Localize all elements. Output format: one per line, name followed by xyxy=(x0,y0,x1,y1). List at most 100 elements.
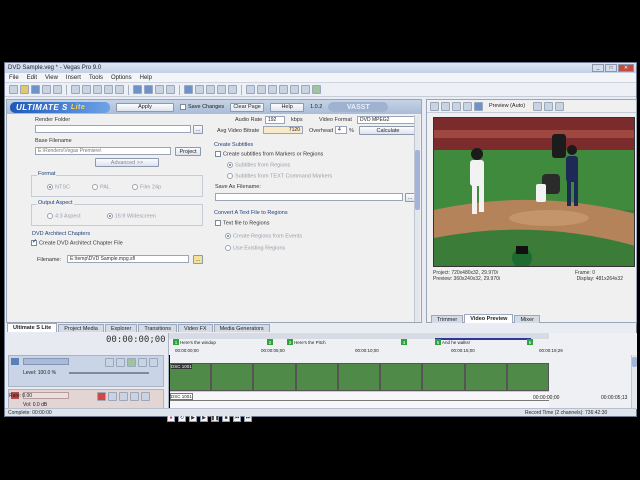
chapter-filename-field[interactable]: E:\temp\DVD Sample.mpg.sfl xyxy=(67,255,189,263)
menu-file[interactable]: File xyxy=(9,75,19,81)
open-icon[interactable] xyxy=(20,85,29,94)
browse-render-folder-icon[interactable]: … xyxy=(193,125,203,134)
compositing-mode-icon[interactable] xyxy=(127,358,136,367)
window-layout-2-icon[interactable] xyxy=(257,85,266,94)
audio-solo-icon[interactable] xyxy=(141,392,150,401)
plugin-scrollbar-thumb[interactable] xyxy=(415,150,420,210)
overlays-icon[interactable] xyxy=(533,101,543,111)
render-folder-field[interactable] xyxy=(35,125,191,133)
video-clip-thumb-3[interactable] xyxy=(253,363,296,391)
video-clip-thumb-8[interactable] xyxy=(464,363,507,391)
audio-track-header[interactable]: Vol: 0.0 dB xyxy=(8,389,164,409)
external-monitor-icon[interactable] xyxy=(441,101,450,111)
normal-edit-tool-icon[interactable] xyxy=(133,85,142,94)
timeline-vertical-scrollbar[interactable] xyxy=(631,355,637,409)
video-clip-thumb-5[interactable] xyxy=(337,363,381,391)
copy-snapshot-icon[interactable] xyxy=(544,101,554,111)
marker-5[interactable]: 5 xyxy=(435,339,441,345)
audio-clip[interactable]: DSC 1001 xyxy=(169,391,549,409)
video-mute-icon[interactable] xyxy=(138,358,147,367)
tab-ultimate-s-lite[interactable]: Ultimate S Lite xyxy=(7,323,58,332)
split-screen-icon[interactable] xyxy=(463,101,472,111)
save-changes-toggle[interactable]: Save Changes xyxy=(180,104,224,110)
window-layout-6-icon[interactable] xyxy=(301,85,310,94)
snapping-icon[interactable] xyxy=(184,85,193,94)
format-film-radio[interactable]: Film 24p xyxy=(131,184,161,190)
calculate-button[interactable]: Calculate xyxy=(359,126,417,135)
selection-tool-icon[interactable] xyxy=(155,85,164,94)
playhead-cursor[interactable] xyxy=(169,355,170,409)
tab-mixer[interactable]: Mixer xyxy=(514,315,540,323)
browse-chapter-file-icon[interactable]: … xyxy=(193,255,203,264)
track-motion-icon[interactable] xyxy=(105,358,114,367)
menu-help[interactable]: Help xyxy=(140,75,152,81)
video-clip-thumb-6[interactable] xyxy=(380,363,423,391)
aspect-16-9-radio[interactable]: 16:9 Widescreen xyxy=(106,213,156,219)
create-regions-events-radio[interactable]: Create Regions from Events xyxy=(225,233,302,239)
subtitles-regions-radio[interactable]: Subtitles from Regions xyxy=(227,162,290,168)
overhead-field[interactable]: 4 xyxy=(335,126,347,134)
menu-tools[interactable]: Tools xyxy=(89,75,103,81)
audio-rate-field[interactable]: 192 xyxy=(265,116,285,124)
minimize-icon[interactable]: _ xyxy=(592,64,604,72)
save-icon[interactable] xyxy=(31,85,40,94)
lock-envelopes-icon[interactable] xyxy=(217,85,226,94)
window-layout-1-icon[interactable] xyxy=(246,85,255,94)
menu-options[interactable]: Options xyxy=(111,75,132,81)
project-button[interactable]: Project xyxy=(175,147,201,156)
maximize-icon[interactable]: □ xyxy=(605,64,617,72)
menu-insert[interactable]: Insert xyxy=(66,75,81,81)
marker-2[interactable]: 2 xyxy=(267,339,273,345)
aspect-4-3-radio[interactable]: 4:3 Aspect xyxy=(47,213,81,219)
video-clip-thumb-1[interactable]: DSC 1001 xyxy=(169,363,212,391)
redo-icon[interactable] xyxy=(115,85,124,94)
video-clip-thumb-2[interactable] xyxy=(211,363,254,391)
tab-transitions[interactable]: Transitions xyxy=(138,324,178,332)
save-as-field[interactable] xyxy=(215,193,403,201)
format-ntsc-radio[interactable]: NTSC xyxy=(47,184,70,190)
marker-3[interactable]: 3 xyxy=(287,339,293,345)
tab-video-preview[interactable]: Video Preview xyxy=(464,314,514,323)
paste-icon[interactable] xyxy=(93,85,102,94)
ignore-grouping-icon[interactable] xyxy=(228,85,237,94)
create-subtitles-checkbox[interactable]: Create subtitles from Markers or Regions xyxy=(215,151,323,157)
audio-mute-icon[interactable] xyxy=(130,392,139,401)
help-button[interactable]: Help xyxy=(270,102,305,112)
tab-explorer[interactable]: Explorer xyxy=(104,324,138,332)
apply-button[interactable]: Apply xyxy=(116,102,174,112)
undo-icon[interactable] xyxy=(104,85,113,94)
tab-project-media[interactable]: Project Media xyxy=(58,324,104,332)
subtitles-text-radio[interactable]: Subtitles from TEXT Command Markers xyxy=(227,173,332,179)
video-track-name-field[interactable] xyxy=(23,358,69,365)
save-snapshot-icon[interactable] xyxy=(555,101,565,111)
create-chapter-checkbox[interactable]: Create DVD Architect Chapter File xyxy=(31,238,123,246)
menu-edit[interactable]: Edit xyxy=(27,75,37,81)
new-icon[interactable] xyxy=(9,85,18,94)
render-icon[interactable] xyxy=(42,85,51,94)
menu-view[interactable]: View xyxy=(45,75,58,81)
audio-fx-icon[interactable] xyxy=(119,392,128,401)
copy-icon[interactable] xyxy=(82,85,91,94)
video-track-header[interactable]: Level: 100.0 % xyxy=(8,355,164,387)
tab-trimmer[interactable]: Trimmer xyxy=(431,315,464,323)
zoom-tool-icon[interactable] xyxy=(166,85,175,94)
close-icon[interactable]: ✕ xyxy=(618,64,634,72)
format-pal-radio[interactable]: PAL xyxy=(91,184,110,190)
envelope-tool-icon[interactable] xyxy=(144,85,153,94)
window-layout-5-icon[interactable] xyxy=(290,85,299,94)
timeline-ruler[interactable]: 1 Here's the windup 2 3 Here's the Pitch… xyxy=(169,333,638,355)
plugin-scrollbar[interactable] xyxy=(414,115,420,322)
auto-crossfade-icon[interactable] xyxy=(195,85,204,94)
base-filename-field[interactable]: E:\Renders\Vegas Premiere\ xyxy=(35,147,171,155)
marker-4[interactable]: 4 xyxy=(401,339,407,345)
marker-6[interactable]: 6 xyxy=(527,339,533,345)
level-slider[interactable] xyxy=(69,372,149,374)
video-clip-thumb-9[interactable] xyxy=(506,363,549,391)
use-existing-regions-radio[interactable]: Use Existing Regions xyxy=(225,245,285,251)
timeline-area[interactable]: 1 Here's the windup 2 3 Here's the Pitch… xyxy=(168,333,637,409)
properties-icon[interactable] xyxy=(53,85,62,94)
tab-media-generators[interactable]: Media Generators xyxy=(213,324,270,332)
window-layout-3-icon[interactable] xyxy=(268,85,277,94)
auto-ripple-icon[interactable] xyxy=(206,85,215,94)
tab-video-fx[interactable]: Video FX xyxy=(178,324,213,332)
